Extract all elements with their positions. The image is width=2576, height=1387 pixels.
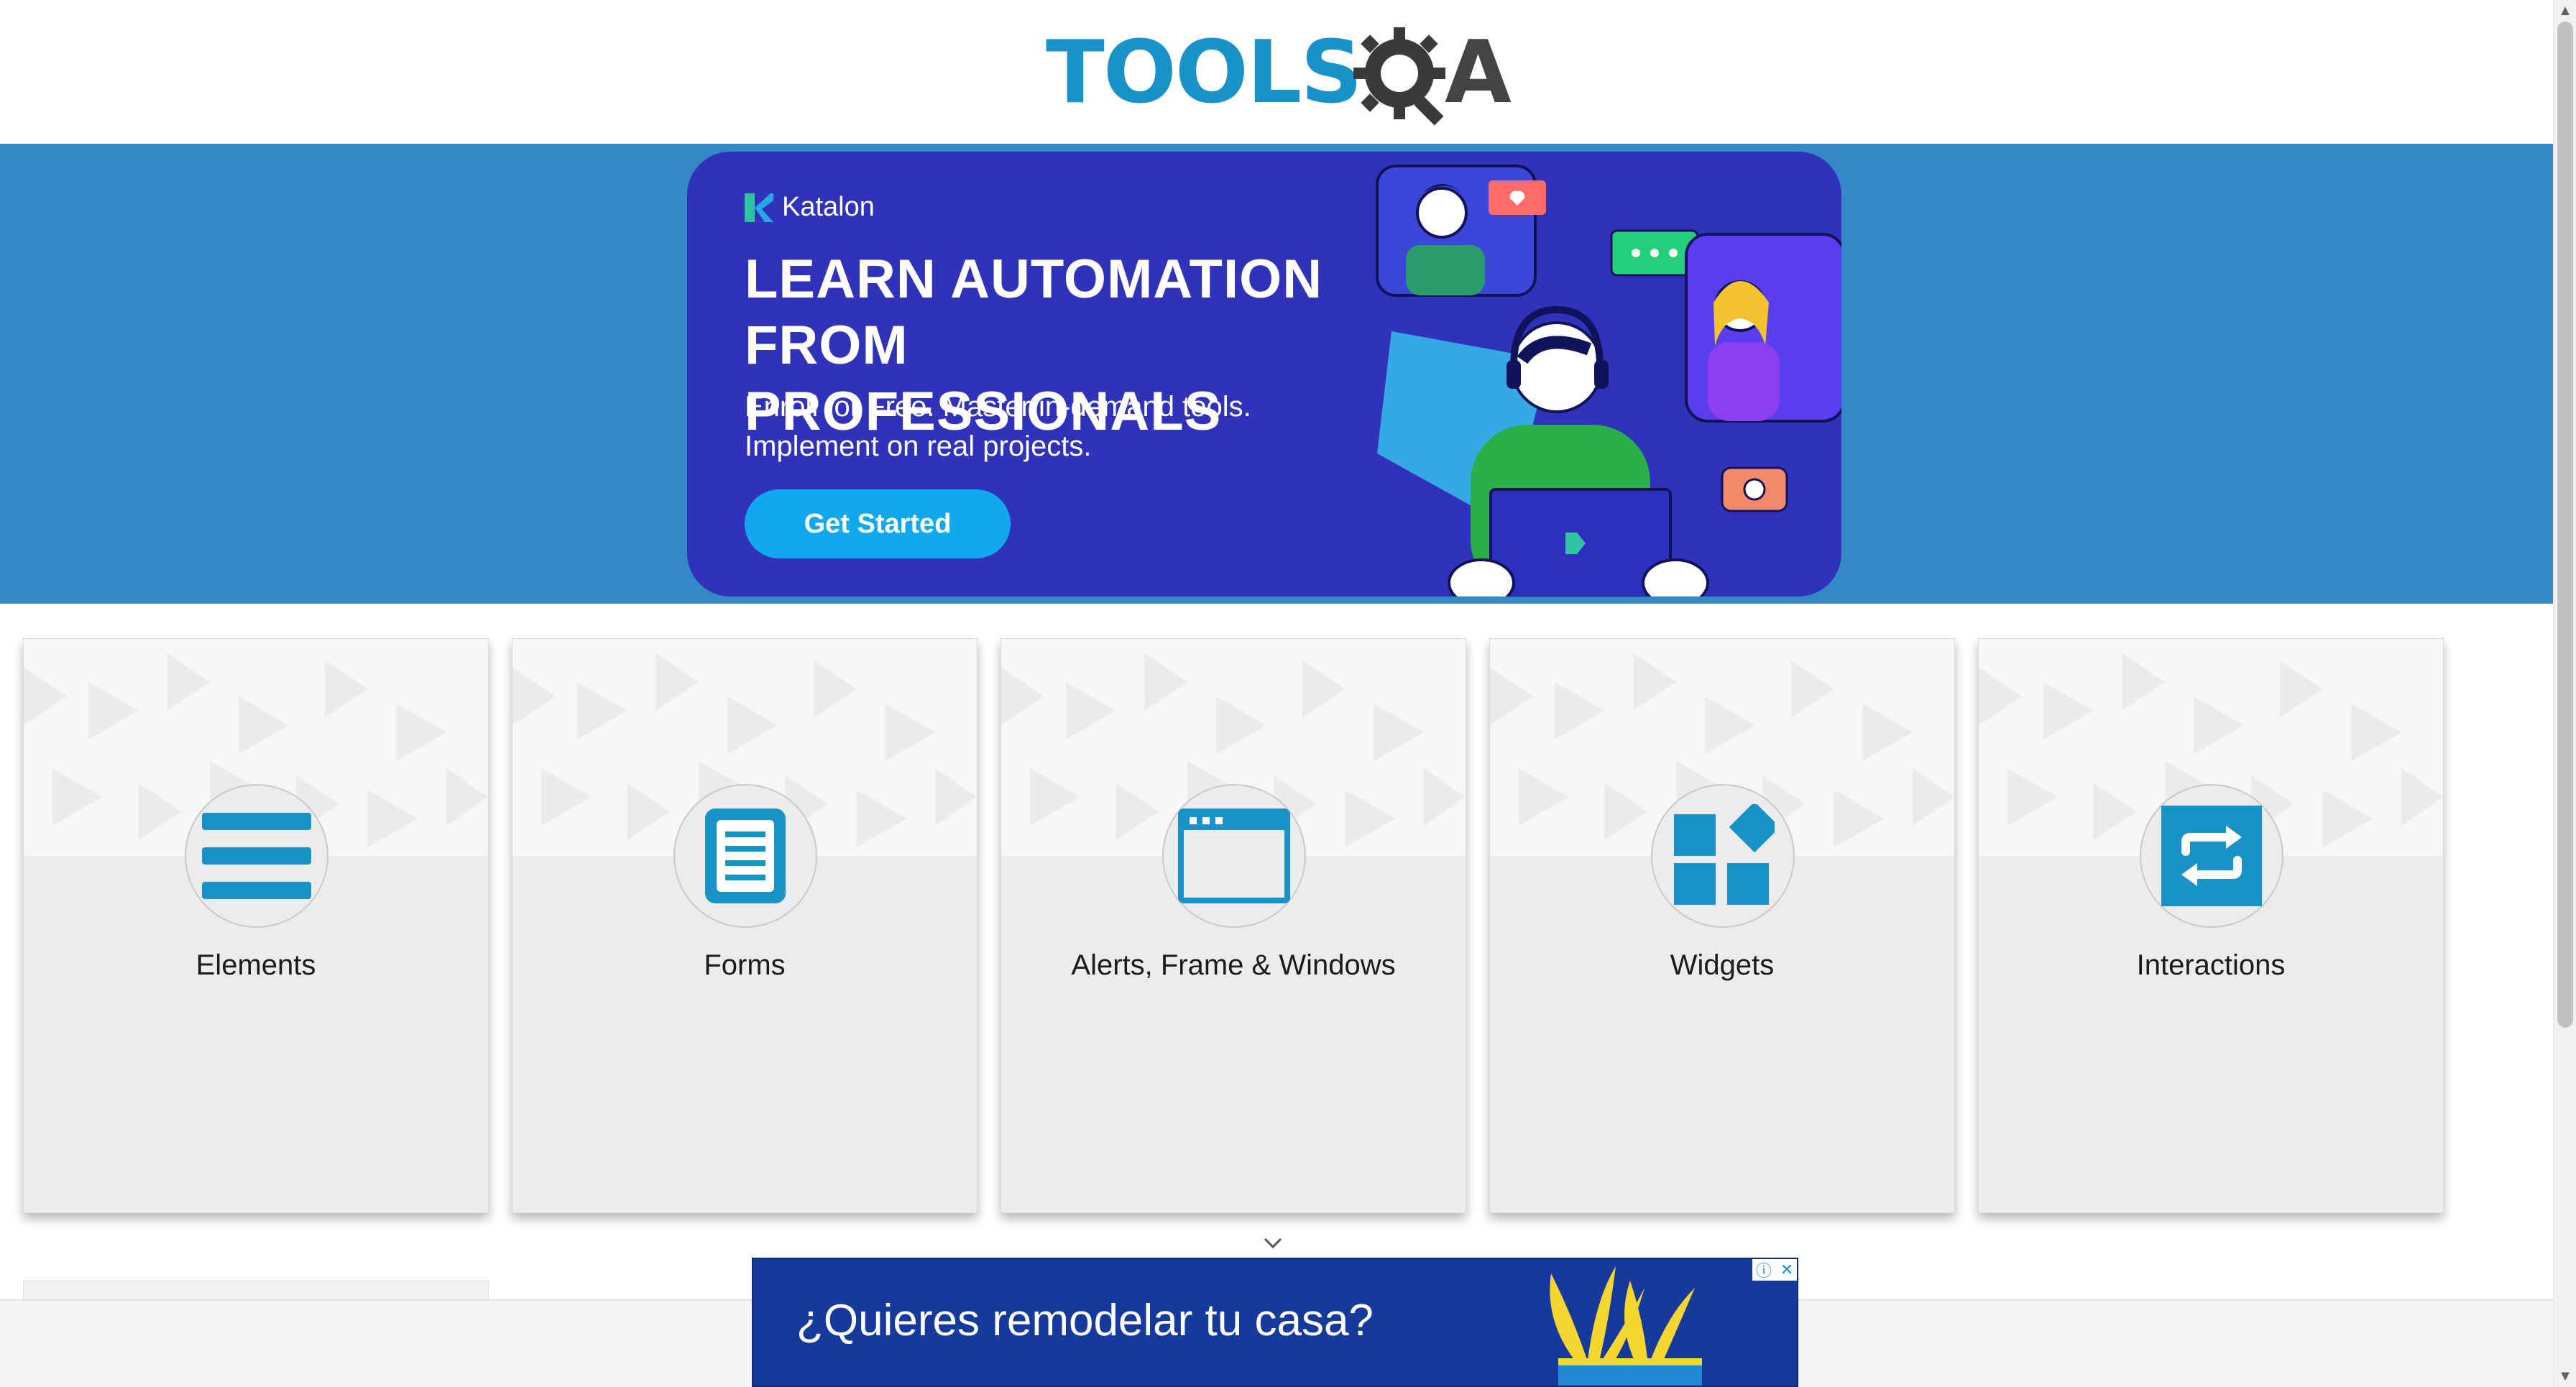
card-label-widgets: Widgets <box>1670 949 1775 981</box>
ad-illustration <box>1376 165 1841 596</box>
logo-text: TOOLS <box>1046 23 1363 123</box>
logo-text-a: A <box>1445 23 1512 123</box>
card-label-interactions: Interactions <box>2136 949 2286 981</box>
card-forms[interactable]: Forms <box>512 638 978 1213</box>
card-elements[interactable]: Elements <box>23 638 489 1213</box>
card-interactions[interactable]: Interactions <box>1978 638 2444 1213</box>
hamburger-icon <box>185 784 328 928</box>
ad-subtext: Enroll for Free. Master in-demand tools.… <box>745 391 1251 462</box>
ad-close-icon[interactable]: ✕ <box>1775 1259 1797 1281</box>
scroll-down-arrow[interactable]: ▼ <box>2554 1365 2576 1387</box>
card-label-alerts-frame-windows: Alerts, Frame & Windows <box>1071 949 1396 981</box>
site-header: TOOLS A <box>0 0 2553 144</box>
card-label-elements: Elements <box>196 949 316 981</box>
ad-info-icon[interactable]: ⓘ <box>1752 1259 1775 1281</box>
chevron-down-icon[interactable] <box>1262 1235 1284 1252</box>
ad-brand: Katalon <box>745 192 875 223</box>
document-icon <box>673 784 817 928</box>
get-started-button[interactable]: Get Started <box>745 489 1011 558</box>
widgets-icon <box>1651 784 1795 928</box>
card-widgets[interactable]: Widgets <box>1489 638 1955 1213</box>
browser-window-icon <box>1162 784 1306 928</box>
ad-brand-name: Katalon <box>782 192 875 222</box>
swap-arrows-icon <box>2140 784 2283 928</box>
katalon-ad[interactable]: Katalon LEARN AUTOMATION FROM PROFESSION… <box>687 152 1841 596</box>
plant-illustration <box>1550 1266 1702 1386</box>
gear-magnifier-icon <box>1353 27 1445 126</box>
bottom-ad[interactable]: ¿Quieres remodelar tu casa? ⓘ ✕ <box>752 1258 1798 1387</box>
scroll-up-arrow[interactable]: ▲ <box>2554 0 2576 22</box>
katalon-logo-icon <box>745 193 773 222</box>
scroll-thumb[interactable] <box>2557 22 2573 1028</box>
bottom-ad-text: ¿Quieres remodelar tu casa? <box>796 1296 1374 1345</box>
vertical-scrollbar[interactable]: ▲ ▼ <box>2553 0 2576 1387</box>
card-label-forms: Forms <box>704 949 786 981</box>
card-alerts-frame-windows[interactable]: Alerts, Frame & Windows <box>1000 638 1466 1213</box>
toolsqa-logo[interactable]: TOOLS A <box>1046 22 1512 129</box>
